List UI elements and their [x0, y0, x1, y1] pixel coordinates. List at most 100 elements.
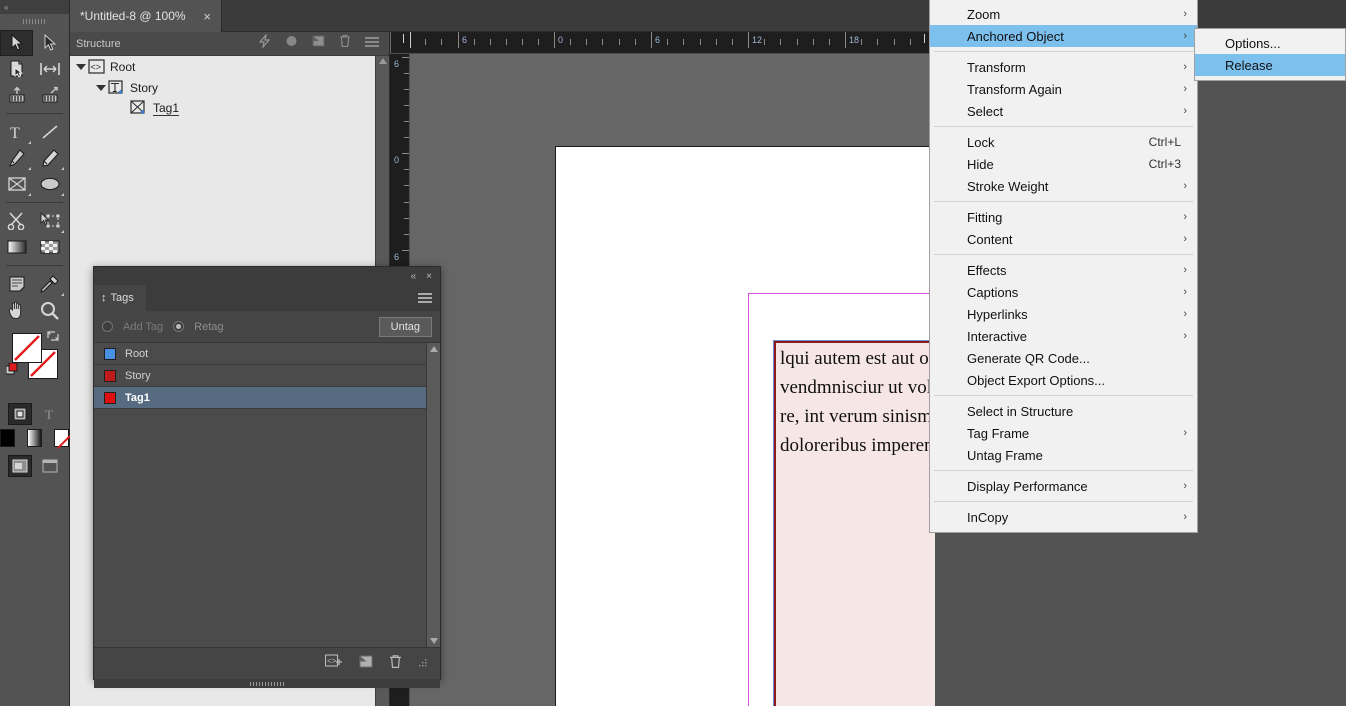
new-element-icon[interactable]	[312, 34, 325, 53]
menu-item-captions[interactable]: Captions ›	[930, 281, 1197, 303]
load-tags-icon[interactable]	[359, 654, 373, 674]
preview-mode-button[interactable]	[38, 455, 62, 477]
pen-tool[interactable]	[0, 145, 33, 171]
drawing-tools-group: T	[0, 117, 69, 199]
menu-item-tag-frame[interactable]: Tag Frame ›	[930, 422, 1197, 444]
tree-item-tag1[interactable]: Tag1	[70, 98, 375, 119]
menu-item-interactive[interactable]: Interactive ›	[930, 325, 1197, 347]
menu-item-stroke-weight[interactable]: Stroke Weight ›	[930, 175, 1197, 197]
document-tab[interactable]: *Untitled-8 @ 100% ×	[70, 0, 222, 32]
menu-item-untag-frame[interactable]: Untag Frame	[930, 444, 1197, 466]
tags-scrollbar[interactable]	[426, 343, 440, 647]
chevron-right-icon: ›	[1183, 427, 1187, 439]
direct-selection-tool[interactable]	[33, 30, 66, 56]
apply-none-button[interactable]	[54, 429, 69, 447]
menu-item-select[interactable]: Select ›	[930, 100, 1197, 122]
apply-color-row	[0, 427, 69, 447]
menu-item-transform-again[interactable]: Transform Again ›	[930, 78, 1197, 100]
zoom-tool[interactable]	[33, 297, 66, 323]
tag-list-item[interactable]: Story	[94, 365, 426, 387]
menu-item-content[interactable]: Content ›	[930, 228, 1197, 250]
note-tool[interactable]	[0, 271, 33, 297]
formatting-affects-container-button[interactable]	[7, 403, 32, 425]
pencil-tool[interactable]	[33, 145, 66, 171]
delete-element-icon[interactable]	[339, 34, 351, 53]
scroll-up-arrow-icon[interactable]	[430, 346, 438, 352]
content-placer-tool[interactable]	[33, 82, 66, 108]
tools-collapse-button[interactable]: «	[0, 0, 69, 14]
close-icon[interactable]: ×	[203, 9, 211, 24]
gradient-feather-tool[interactable]	[33, 234, 66, 260]
tags-panel-menu-icon[interactable]	[418, 285, 440, 311]
tags-panel-resize-grip[interactable]	[94, 679, 440, 688]
formatting-affects-text-button[interactable]: T	[38, 403, 62, 425]
tags-panel-titlebar[interactable]: « ×	[94, 267, 440, 285]
submenu-item-release[interactable]: Release	[1195, 54, 1345, 76]
scroll-up-arrow-icon[interactable]	[378, 58, 387, 64]
fill-swatch[interactable]	[12, 333, 42, 363]
tags-list[interactable]: Root Story Tag1	[94, 343, 426, 647]
tag-color-chip	[104, 369, 116, 382]
menu-item-fitting[interactable]: Fitting ›	[930, 206, 1197, 228]
tag-list-item[interactable]: Root	[94, 343, 426, 365]
disclosure-triangle-icon[interactable]	[74, 63, 87, 70]
menu-item-lock[interactable]: Lock Ctrl+L	[930, 131, 1197, 153]
scroll-down-arrow-icon[interactable]	[430, 638, 438, 644]
tree-item-root[interactable]: <> Root	[70, 56, 375, 77]
document-canvas[interactable]: lqui autem est aut offici velest, q vend…	[410, 54, 935, 706]
menu-item-effects[interactable]: Effects ›	[930, 259, 1197, 281]
gap-tool[interactable]	[33, 56, 66, 82]
tags-panel-options: Add Tag Retag Untag	[94, 311, 440, 343]
apply-gradient-button[interactable]	[27, 429, 42, 447]
horizontal-ruler[interactable]: 6 0 6 12 18	[390, 32, 935, 54]
type-tool[interactable]: T	[0, 119, 33, 145]
normal-view-mode-button[interactable]	[7, 455, 32, 477]
resize-grip-icon[interactable]	[418, 655, 428, 673]
free-transform-tool[interactable]	[33, 208, 66, 234]
line-tool[interactable]	[33, 119, 66, 145]
gradient-swatch-tool[interactable]	[0, 234, 33, 260]
menu-separator	[934, 51, 1193, 52]
anchored-object-submenu[interactable]: Options... Release	[1194, 28, 1346, 81]
menu-item-zoom[interactable]: Zoom ›	[930, 3, 1197, 25]
new-tag-icon[interactable]: <>	[324, 653, 343, 674]
menu-item-incopy[interactable]: InCopy ›	[930, 506, 1197, 528]
ellipse-tool[interactable]	[33, 171, 66, 197]
menu-item-select-in-structure[interactable]: Select in Structure	[930, 400, 1197, 422]
panel-menu-icon[interactable]	[365, 35, 379, 53]
eyedropper-tool[interactable]	[33, 271, 66, 297]
tagged-text-frame[interactable]: lqui autem est aut offici velest, q vend…	[773, 340, 935, 706]
tools-drag-grip[interactable]	[0, 14, 69, 28]
delete-tag-icon[interactable]	[389, 654, 402, 674]
tag-list-item-selected[interactable]: Tag1	[94, 387, 426, 409]
default-fill-stroke-icon[interactable]	[5, 362, 20, 382]
apply-color-button[interactable]	[0, 429, 15, 447]
scissors-tool[interactable]	[0, 208, 33, 234]
context-menu[interactable]: Zoom › Anchored Object › Transform › Transf…	[929, 0, 1198, 533]
add-tag-radio[interactable]	[102, 321, 113, 332]
collapse-icon[interactable]: «	[411, 271, 417, 282]
hand-tool[interactable]	[0, 297, 33, 323]
page-tool[interactable]	[0, 56, 33, 82]
retag-radio[interactable]	[173, 321, 185, 332]
rectangle-frame-tool[interactable]	[0, 171, 33, 197]
close-icon[interactable]: ×	[426, 271, 432, 282]
content-collector-tool[interactable]	[0, 82, 33, 108]
menu-item-generate-qr-code[interactable]: Generate QR Code...	[930, 347, 1197, 369]
menu-item-transform[interactable]: Transform ›	[930, 56, 1197, 78]
dtd-icon[interactable]	[285, 34, 298, 53]
validate-structure-icon[interactable]	[258, 32, 271, 53]
swap-fill-stroke-icon[interactable]	[46, 329, 60, 348]
menu-item-hyperlinks[interactable]: Hyperlinks ›	[930, 303, 1197, 325]
menu-item-hide[interactable]: Hide Ctrl+3	[930, 153, 1197, 175]
submenu-item-options[interactable]: Options...	[1195, 32, 1345, 54]
menu-item-anchored-object[interactable]: Anchored Object ›	[930, 25, 1197, 47]
untag-button[interactable]: Untag	[378, 316, 432, 337]
selection-tool[interactable]	[0, 30, 33, 56]
menu-item-display-performance[interactable]: Display Performance ›	[930, 475, 1197, 497]
disclosure-triangle-icon[interactable]	[94, 84, 107, 91]
page[interactable]: lqui autem est aut offici velest, q vend…	[555, 146, 935, 706]
menu-item-object-export-options[interactable]: Object Export Options...	[930, 369, 1197, 391]
tree-item-story[interactable]: Story	[70, 77, 375, 98]
tab-tags[interactable]: ↕ Tags	[94, 285, 146, 311]
